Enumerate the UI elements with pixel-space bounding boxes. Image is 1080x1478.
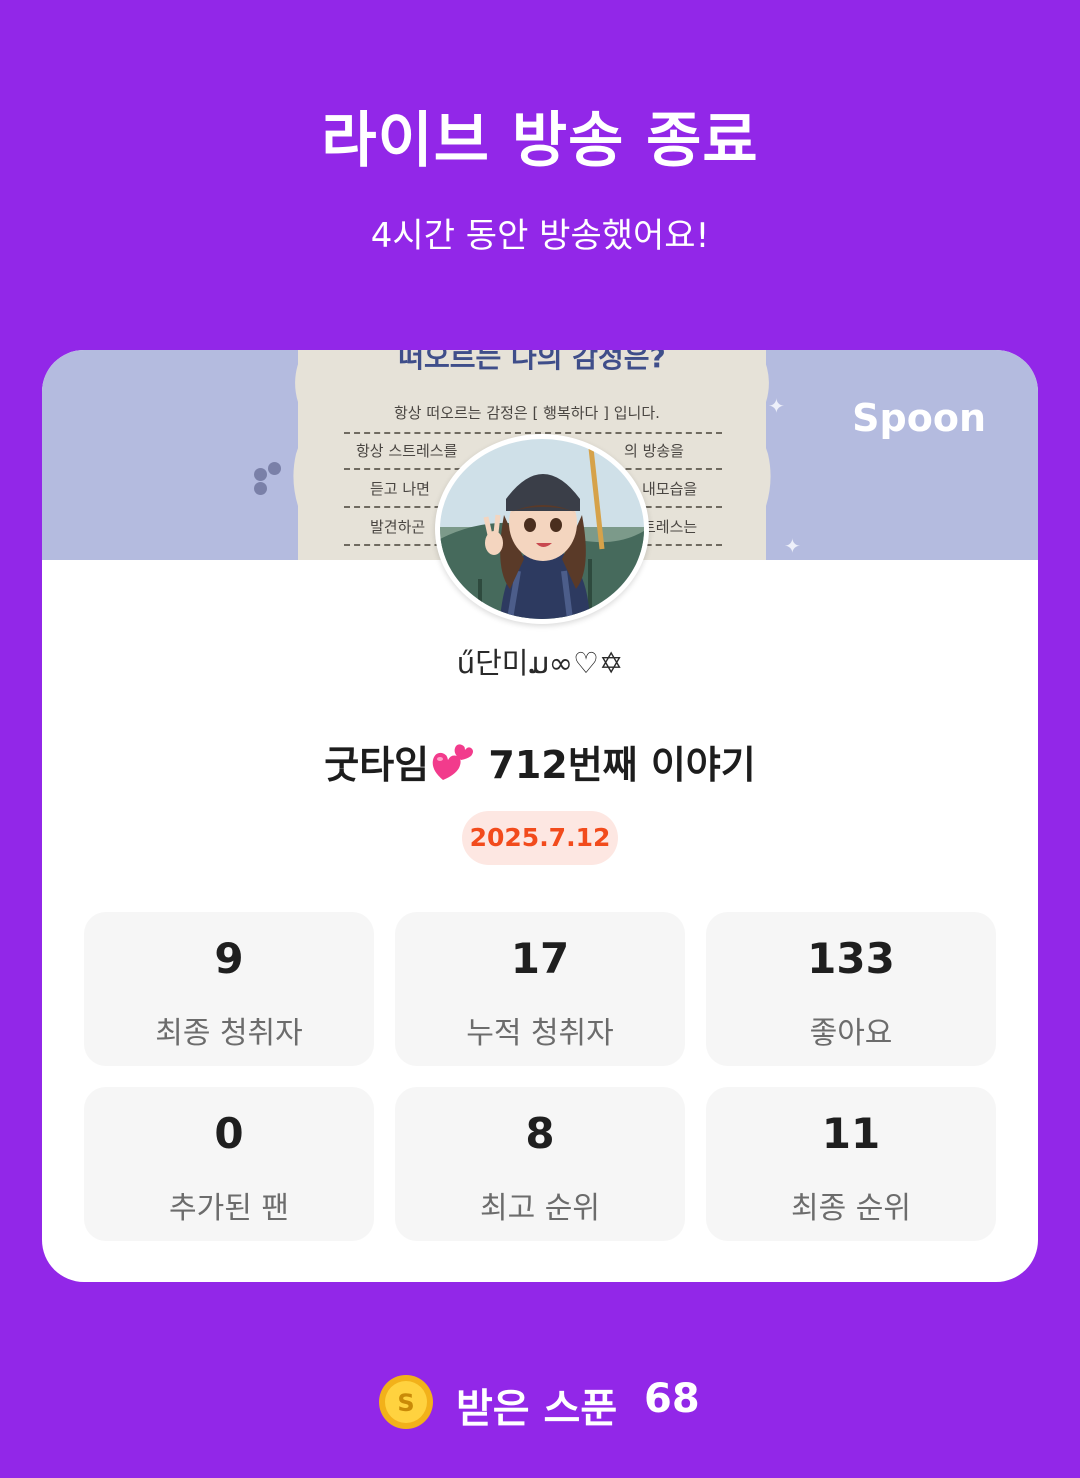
stat-value: 0 <box>214 1109 244 1158</box>
paper-line-text: 의 방송을 <box>624 442 684 460</box>
paper-line-text: 항상 떠오르는 감정은 [ 행복하다 ] 입니다. <box>394 404 660 422</box>
live-title: 굿타임 712번째 이야기 <box>42 734 1038 789</box>
stat-label: 최종 청취자 <box>155 1016 303 1051</box>
avatar[interactable] <box>435 434 649 624</box>
paper-wave-right <box>760 350 771 560</box>
paper-line-text: 발견하곤 <box>370 518 426 536</box>
page-title: 라이브 방송 종료 <box>321 106 759 176</box>
dj-nickname: ű단미ມ∞♡✡ <box>456 646 624 680</box>
spoon-logo: Spoon <box>852 396 986 440</box>
stat-label: 누적 청취자 <box>466 1016 614 1051</box>
stat-value: 8 <box>525 1109 555 1158</box>
stat-likes: 133 좋아요 <box>706 912 996 1066</box>
broadcast-date-badge: 2025.7.12 <box>462 811 618 865</box>
stat-value: 17 <box>510 934 570 983</box>
received-spoons-count: 68 <box>644 1376 700 1422</box>
stat-label: 좋아요 <box>809 1016 893 1051</box>
broadcast-summary-card: 떠오르는 나의 감정은? 항상 떠오르는 감정은 [ 행복하다 ] 입니다. 항… <box>42 350 1038 1282</box>
paper-line-text: 내모습을 <box>642 480 698 498</box>
paper-line-text: 항상 스트레스를 <box>356 442 458 460</box>
received-spoons-label: 받은 스푼 <box>456 1386 618 1432</box>
paper-line-text: 듣고 나면 <box>370 480 430 498</box>
sparkle-icon: ✦ <box>768 394 785 418</box>
live-title-text: 굿타임 <box>324 743 430 787</box>
sparkle-icon: ✦ <box>784 534 801 558</box>
stat-label: 최종 순위 <box>791 1191 911 1226</box>
paper-line-text: 트레스는 <box>642 518 698 536</box>
paper-wave-left <box>293 350 304 560</box>
live-title-suffix: 712번째 이야기 <box>488 743 756 787</box>
stat-best-rank: 8 최고 순위 <box>395 1087 685 1241</box>
stat-final-listeners: 9 최종 청취자 <box>84 912 374 1066</box>
stat-label: 최고 순위 <box>480 1191 600 1226</box>
received-spoons: S 받은 스푼 68 <box>378 1372 718 1432</box>
spoon-coin-icon: S <box>379 1375 433 1429</box>
stat-added-fans: 0 추가된 팬 <box>84 1087 374 1241</box>
paper-heading: 떠오르는 나의 감정은? <box>398 350 666 374</box>
stat-value: 133 <box>807 934 895 983</box>
avatar-image <box>440 439 644 619</box>
stat-total-listeners: 17 누적 청취자 <box>395 912 685 1066</box>
stat-final-rank: 11 최종 순위 <box>706 1087 996 1241</box>
stat-value: 9 <box>214 934 244 983</box>
two-hearts-icon <box>432 744 474 780</box>
svg-text:S: S <box>397 1389 414 1417</box>
broadcast-duration: 4시간 동안 방송했어요! <box>370 216 710 256</box>
stat-label: 추가된 팬 <box>169 1191 289 1226</box>
stat-value: 11 <box>821 1109 881 1158</box>
